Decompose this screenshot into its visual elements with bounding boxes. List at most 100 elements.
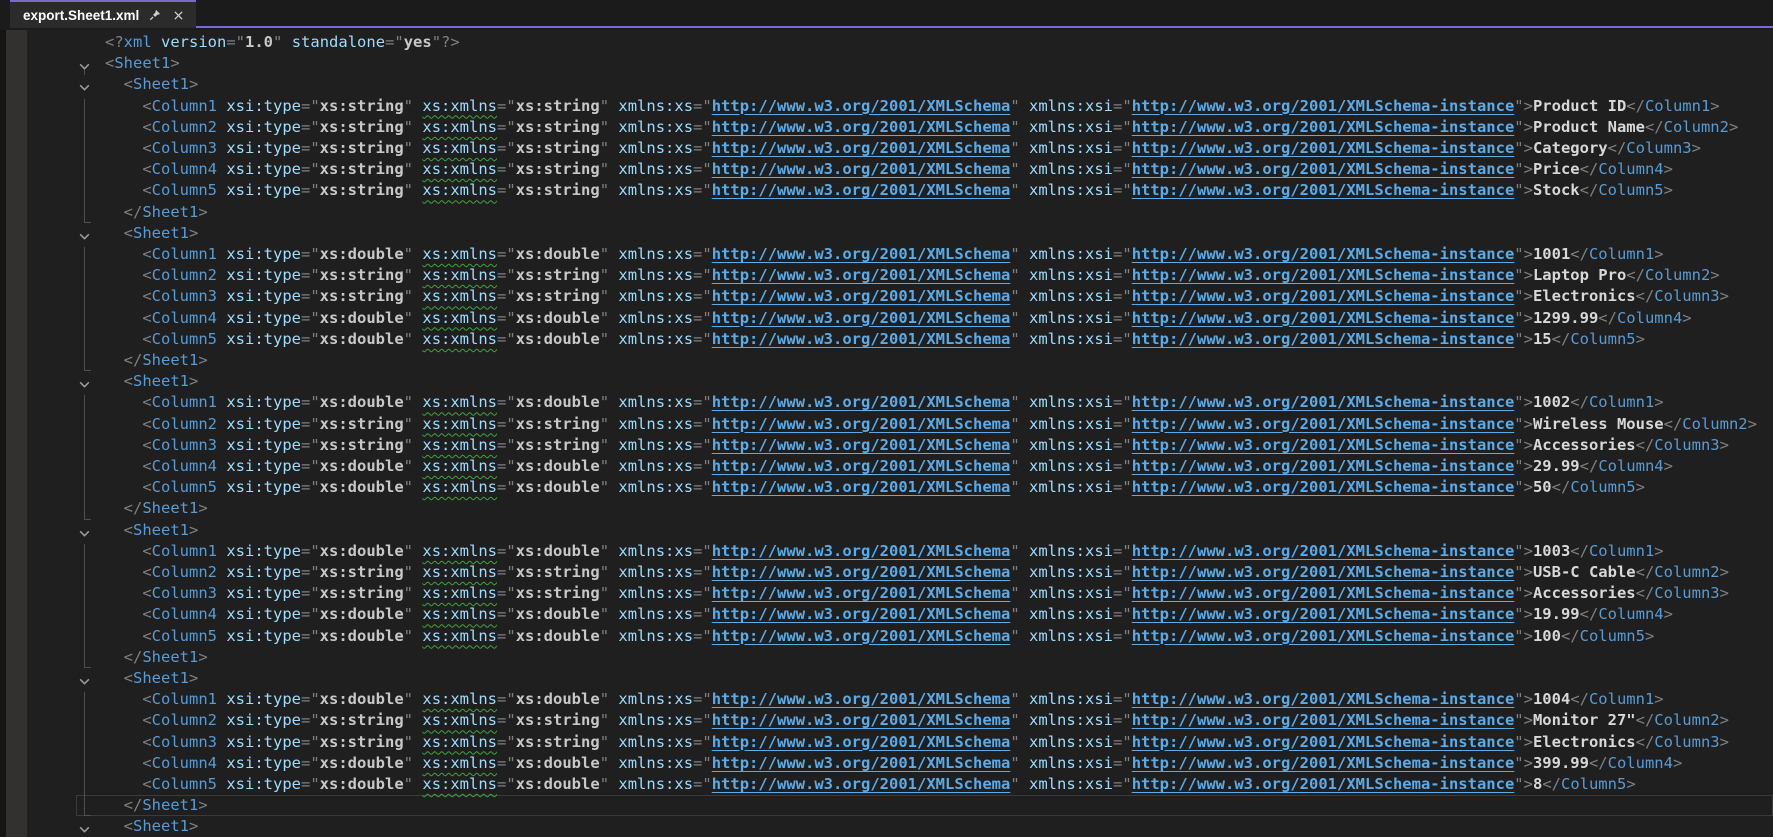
fold-chevron-icon[interactable] <box>78 525 92 539</box>
schema-url-link[interactable]: http://www.w3.org/2001/XMLSchema-instanc… <box>1132 245 1515 263</box>
schema-url-link[interactable]: http://www.w3.org/2001/XMLSchema-instanc… <box>1132 627 1515 645</box>
code-line[interactable]: <Column1 xsi:type="xs:double" xs:xmlns="… <box>0 689 1773 710</box>
schema-url-link[interactable]: http://www.w3.org/2001/XMLSchema <box>712 457 1011 475</box>
schema-url-link[interactable]: http://www.w3.org/2001/XMLSchema-instanc… <box>1132 287 1515 305</box>
schema-url-link[interactable]: http://www.w3.org/2001/XMLSchema <box>712 775 1011 793</box>
tab-title: export.Sheet1.xml <box>23 7 140 23</box>
code-line[interactable]: <Sheet1> <box>0 668 1773 689</box>
schema-url-link[interactable]: http://www.w3.org/2001/XMLSchema-instanc… <box>1132 139 1515 157</box>
fold-chevron-icon[interactable] <box>78 58 92 72</box>
schema-url-link[interactable]: http://www.w3.org/2001/XMLSchema-instanc… <box>1132 542 1515 560</box>
code-line[interactable]: <Column1 xsi:type="xs:string" xs:xmlns="… <box>0 96 1773 117</box>
schema-url-link[interactable]: http://www.w3.org/2001/XMLSchema-instanc… <box>1132 330 1515 348</box>
schema-url-link[interactable]: http://www.w3.org/2001/XMLSchema-instanc… <box>1132 754 1515 772</box>
schema-url-link[interactable]: http://www.w3.org/2001/XMLSchema <box>712 330 1011 348</box>
code-line[interactable]: <Column1 xsi:type="xs:double" xs:xmlns="… <box>0 392 1773 413</box>
code-line[interactable]: </Sheet1> <box>0 647 1773 668</box>
code-line[interactable]: <Column4 xsi:type="xs:double" xs:xmlns="… <box>0 753 1773 774</box>
schema-url-link[interactable]: http://www.w3.org/2001/XMLSchema-instanc… <box>1132 584 1515 602</box>
code-line[interactable]: <Column3 xsi:type="xs:string" xs:xmlns="… <box>0 286 1773 307</box>
code-line[interactable]: <Sheet1> <box>0 816 1773 837</box>
code-line[interactable]: <?xml version="1.0" standalone="yes"?> <box>0 32 1773 53</box>
schema-url-link[interactable]: http://www.w3.org/2001/XMLSchema-instanc… <box>1132 457 1515 475</box>
schema-url-link[interactable]: http://www.w3.org/2001/XMLSchema-instanc… <box>1132 733 1515 751</box>
schema-url-link[interactable]: http://www.w3.org/2001/XMLSchema <box>712 139 1011 157</box>
schema-url-link[interactable]: http://www.w3.org/2001/XMLSchema <box>712 287 1011 305</box>
code-line[interactable]: <Column2 xsi:type="xs:string" xs:xmlns="… <box>0 265 1773 286</box>
schema-url-link[interactable]: http://www.w3.org/2001/XMLSchema-instanc… <box>1132 97 1515 115</box>
schema-url-link[interactable]: http://www.w3.org/2001/XMLSchema-instanc… <box>1132 711 1515 729</box>
schema-url-link[interactable]: http://www.w3.org/2001/XMLSchema-instanc… <box>1132 605 1515 623</box>
code-line[interactable]: <Sheet1> <box>0 74 1773 95</box>
code-line[interactable]: <Column1 xsi:type="xs:double" xs:xmlns="… <box>0 244 1773 265</box>
code-line[interactable]: <Column4 xsi:type="xs:double" xs:xmlns="… <box>0 456 1773 477</box>
code-line[interactable]: <Column5 xsi:type="xs:double" xs:xmlns="… <box>0 329 1773 350</box>
schema-url-link[interactable]: http://www.w3.org/2001/XMLSchema <box>712 542 1011 560</box>
code-line[interactable]: <Sheet1> <box>0 53 1773 74</box>
schema-url-link[interactable]: http://www.w3.org/2001/XMLSchema <box>712 160 1011 178</box>
schema-url-link[interactable]: http://www.w3.org/2001/XMLSchema-instanc… <box>1132 118 1515 136</box>
schema-url-link[interactable]: http://www.w3.org/2001/XMLSchema <box>712 690 1011 708</box>
schema-url-link[interactable]: http://www.w3.org/2001/XMLSchema <box>712 627 1011 645</box>
schema-url-link[interactable]: http://www.w3.org/2001/XMLSchema <box>712 309 1011 327</box>
fold-chevron-icon[interactable] <box>78 821 92 835</box>
code-line[interactable]: <Sheet1> <box>0 223 1773 244</box>
schema-url-link[interactable]: http://www.w3.org/2001/XMLSchema-instanc… <box>1132 563 1515 581</box>
schema-url-link[interactable]: http://www.w3.org/2001/XMLSchema <box>712 754 1011 772</box>
schema-url-link[interactable]: http://www.w3.org/2001/XMLSchema <box>712 563 1011 581</box>
schema-url-link[interactable]: http://www.w3.org/2001/XMLSchema <box>712 393 1011 411</box>
code-line[interactable]: </Sheet1> <box>0 350 1773 371</box>
code-line[interactable]: <Column3 xsi:type="xs:string" xs:xmlns="… <box>0 138 1773 159</box>
schema-url-link[interactable]: http://www.w3.org/2001/XMLSchema-instanc… <box>1132 775 1515 793</box>
pin-icon[interactable] <box>146 7 163 24</box>
fold-chevron-icon[interactable] <box>78 673 92 687</box>
schema-url-link[interactable]: http://www.w3.org/2001/XMLSchema-instanc… <box>1132 160 1515 178</box>
schema-url-link[interactable]: http://www.w3.org/2001/XMLSchema <box>712 181 1011 199</box>
code-line[interactable]: <Column5 xsi:type="xs:double" xs:xmlns="… <box>0 774 1773 795</box>
code-line[interactable]: <Column3 xsi:type="xs:string" xs:xmlns="… <box>0 435 1773 456</box>
code-line[interactable]: <Column2 xsi:type="xs:string" xs:xmlns="… <box>0 710 1773 731</box>
schema-url-link[interactable]: http://www.w3.org/2001/XMLSchema <box>712 605 1011 623</box>
code-line[interactable]: <Column5 xsi:type="xs:double" xs:xmlns="… <box>0 626 1773 647</box>
schema-url-link[interactable]: http://www.w3.org/2001/XMLSchema-instanc… <box>1132 309 1515 327</box>
close-icon[interactable] <box>170 7 187 24</box>
code-line[interactable]: </Sheet1> <box>0 202 1773 223</box>
schema-url-link[interactable]: http://www.w3.org/2001/XMLSchema <box>712 584 1011 602</box>
code-line[interactable]: <Column5 xsi:type="xs:double" xs:xmlns="… <box>0 477 1773 498</box>
schema-url-link[interactable]: http://www.w3.org/2001/XMLSchema-instanc… <box>1132 181 1515 199</box>
code-line[interactable]: <Column3 xsi:type="xs:string" xs:xmlns="… <box>0 583 1773 604</box>
schema-url-link[interactable]: http://www.w3.org/2001/XMLSchema <box>712 711 1011 729</box>
schema-url-link[interactable]: http://www.w3.org/2001/XMLSchema <box>712 245 1011 263</box>
fold-chevron-icon[interactable] <box>78 228 92 242</box>
code-line[interactable]: <Column1 xsi:type="xs:double" xs:xmlns="… <box>0 541 1773 562</box>
schema-url-link[interactable]: http://www.w3.org/2001/XMLSchema-instanc… <box>1132 436 1515 454</box>
code-line[interactable]: <Column4 xsi:type="xs:double" xs:xmlns="… <box>0 308 1773 329</box>
code-line[interactable]: </Sheet1> <box>0 498 1773 519</box>
code-line[interactable]: <Column4 xsi:type="xs:string" xs:xmlns="… <box>0 159 1773 180</box>
code-line[interactable]: <Column5 xsi:type="xs:string" xs:xmlns="… <box>0 180 1773 201</box>
fold-chevron-icon[interactable] <box>78 376 92 390</box>
code-line[interactable]: <Column2 xsi:type="xs:string" xs:xmlns="… <box>0 562 1773 583</box>
schema-url-link[interactable]: http://www.w3.org/2001/XMLSchema <box>712 118 1011 136</box>
code-line[interactable]: <Column2 xsi:type="xs:string" xs:xmlns="… <box>0 117 1773 138</box>
fold-chevron-icon[interactable] <box>78 79 92 93</box>
schema-url-link[interactable]: http://www.w3.org/2001/XMLSchema-instanc… <box>1132 266 1515 284</box>
code-line[interactable]: <Column3 xsi:type="xs:string" xs:xmlns="… <box>0 732 1773 753</box>
schema-url-link[interactable]: http://www.w3.org/2001/XMLSchema <box>712 436 1011 454</box>
schema-url-link[interactable]: http://www.w3.org/2001/XMLSchema <box>712 733 1011 751</box>
schema-url-link[interactable]: http://www.w3.org/2001/XMLSchema-instanc… <box>1132 393 1515 411</box>
code-line[interactable]: </Sheet1> <box>0 795 1773 816</box>
schema-url-link[interactable]: http://www.w3.org/2001/XMLSchema-instanc… <box>1132 415 1515 433</box>
code-line[interactable]: <Column4 xsi:type="xs:double" xs:xmlns="… <box>0 604 1773 625</box>
code-line[interactable]: <Sheet1> <box>0 371 1773 392</box>
tab-export-sheet1-xml[interactable]: export.Sheet1.xml <box>10 0 197 28</box>
schema-url-link[interactable]: http://www.w3.org/2001/XMLSchema-instanc… <box>1132 478 1515 496</box>
code-line[interactable]: <Column2 xsi:type="xs:string" xs:xmlns="… <box>0 414 1773 435</box>
schema-url-link[interactable]: http://www.w3.org/2001/XMLSchema <box>712 266 1011 284</box>
schema-url-link[interactable]: http://www.w3.org/2001/XMLSchema-instanc… <box>1132 690 1515 708</box>
schema-url-link[interactable]: http://www.w3.org/2001/XMLSchema <box>712 478 1011 496</box>
editor-area[interactable]: <?xml version="1.0" standalone="yes"?> <S… <box>0 30 1773 837</box>
schema-url-link[interactable]: http://www.w3.org/2001/XMLSchema <box>712 97 1011 115</box>
code-line[interactable]: <Sheet1> <box>0 520 1773 541</box>
schema-url-link[interactable]: http://www.w3.org/2001/XMLSchema <box>712 415 1011 433</box>
